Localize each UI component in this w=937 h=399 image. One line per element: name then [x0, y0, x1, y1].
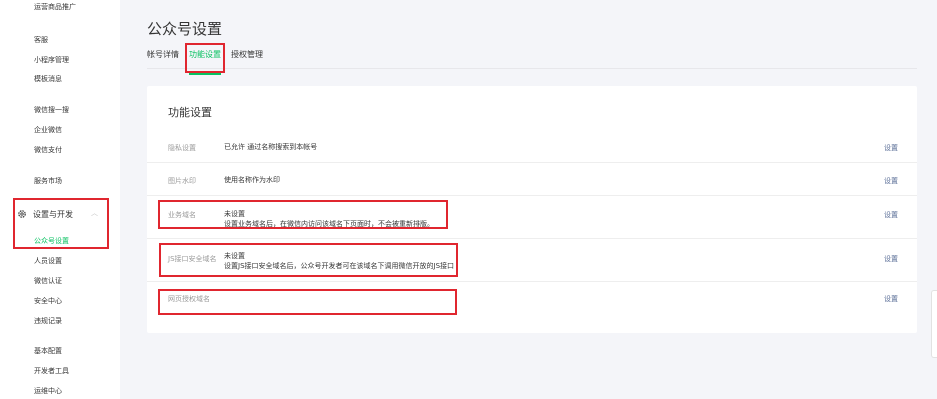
tab-divider — [147, 68, 917, 69]
settings-row-privacy: 隐私设置 已允许 通过名称搜索到本帐号 设置 — [147, 129, 917, 162]
settings-row-watermark: 图片水印 使用名称作为水印 设置 — [147, 162, 917, 195]
privacy-settings-link[interactable]: 设置 — [884, 143, 898, 153]
row-label: JS接口安全域名 — [168, 255, 217, 263]
tab-account-details[interactable]: 帐号详情 — [147, 46, 179, 70]
sidebar-item-basic-config[interactable]: 基本配置 — [34, 346, 62, 356]
row-value-status: 未设置 — [224, 252, 245, 260]
sidebar-item-violations[interactable]: 违规记录 — [34, 316, 62, 326]
sidebar-item-customer-service[interactable]: 客服 — [34, 35, 48, 45]
tab-authorization[interactable]: 授权管理 — [231, 46, 263, 70]
settings-row-business-domain: 业务域名 未设置 设置业务域名后，在微信内访问该域名下页面时，不会被重新排版。 … — [147, 195, 917, 238]
sidebar-item-wechat-search[interactable]: 微信搜一搜 — [34, 105, 69, 115]
business-domain-settings-link[interactable]: 设置 — [884, 210, 898, 220]
gear-icon — [16, 209, 27, 220]
row-value: 使用名称作为水印 — [224, 176, 280, 184]
sidebar-item-account-settings[interactable]: 公众号设置 — [34, 236, 69, 246]
sidebar-group-label: 设置与开发 — [33, 209, 73, 219]
sidebar-item-ops-center[interactable]: 运维中心 — [34, 386, 62, 396]
settings-card: 功能设置 隐私设置 已允许 通过名称搜索到本帐号 设置 图片水印 使用名称作为水… — [147, 86, 917, 333]
watermark-settings-link[interactable]: 设置 — [884, 176, 898, 186]
floating-side-tab[interactable] — [931, 290, 937, 358]
card-title: 功能设置 — [168, 106, 212, 119]
chevron-up-icon: ︿ — [91, 209, 98, 217]
sidebar-item-dev-tools[interactable]: 开发者工具 — [34, 366, 69, 376]
sidebar-item-staff-settings[interactable]: 人员设置 — [34, 256, 62, 266]
sidebar-item-wecom[interactable]: 企业微信 — [34, 125, 62, 135]
row-label: 业务域名 — [168, 211, 196, 219]
settings-row-oauth-domain: 网页授权域名 设置 — [147, 281, 917, 333]
js-domain-settings-link[interactable]: 设置 — [884, 254, 898, 264]
sidebar-item-promotion[interactable]: 运营商品推广 — [34, 2, 76, 12]
tab-function-settings[interactable]: 功能设置 — [189, 46, 221, 75]
sidebar-item-wechat-verify[interactable]: 微信认证 — [34, 276, 62, 286]
row-label: 图片水印 — [168, 177, 196, 185]
row-value-desc: 设置业务域名后，在微信内访问该域名下页面时，不会被重新排版。 — [224, 220, 434, 228]
settings-row-js-domain: JS接口安全域名 未设置 设置JS接口安全域名后，公众号开发者可在该域名下调用微… — [147, 238, 917, 281]
oauth-domain-settings-link[interactable]: 设置 — [884, 294, 898, 304]
sidebar-item-service-market[interactable]: 服务市场 — [34, 176, 62, 186]
sidebar-item-wechat-pay[interactable]: 微信支付 — [34, 145, 62, 155]
main-content: 公众号设置 帐号详情 功能设置 授权管理 功能设置 隐私设置 已允许 通过名称搜… — [120, 0, 937, 399]
tab-bar: 帐号详情 功能设置 授权管理 — [147, 46, 273, 75]
row-value-status: 未设置 — [224, 210, 245, 218]
sidebar-group-settings-dev[interactable]: 设置与开发 ︿ — [16, 205, 108, 223]
row-label: 网页授权域名 — [168, 295, 210, 303]
row-label: 隐私设置 — [168, 144, 196, 152]
page-title: 公众号设置 — [147, 20, 223, 38]
row-value: 已允许 通过名称搜索到本帐号 — [224, 143, 318, 151]
row-value-desc: 设置JS接口安全域名后，公众号开发者可在该域名下调用微信开放的JS接口 — [224, 262, 455, 270]
sidebar-item-mini-program[interactable]: 小程序管理 — [34, 55, 69, 65]
sidebar-item-security-center[interactable]: 安全中心 — [34, 296, 62, 306]
sidebar-item-template-message[interactable]: 模板消息 — [34, 74, 62, 84]
sidebar: 运营商品推广 客服 小程序管理 模板消息 微信搜一搜 企业微信 微信支付 服务市… — [0, 0, 120, 399]
